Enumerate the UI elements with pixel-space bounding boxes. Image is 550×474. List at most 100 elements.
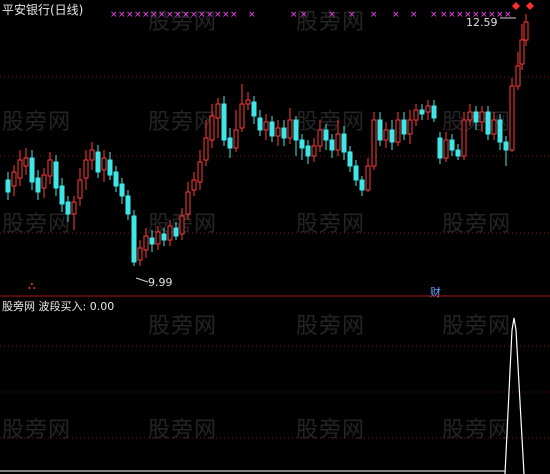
signal-marker: × <box>430 10 438 20</box>
signal-marker: × <box>222 10 230 20</box>
candle-body <box>437 137 443 159</box>
signal-marker: × <box>158 10 166 20</box>
candle-body <box>95 151 101 173</box>
candle-body <box>395 119 401 143</box>
candle-body <box>431 105 437 119</box>
candle-body <box>77 179 83 199</box>
candle-body <box>359 179 365 191</box>
candle-body <box>281 127 287 139</box>
signal-marker: × <box>392 10 400 20</box>
candle-body <box>425 105 431 113</box>
candle-body <box>419 109 425 115</box>
signal-marker: × <box>230 10 238 20</box>
candle-body <box>215 103 221 119</box>
candle-body <box>485 111 491 135</box>
candle-body <box>41 174 47 189</box>
candle-body <box>35 177 41 193</box>
candle-body <box>347 151 353 167</box>
candle-body <box>185 191 191 215</box>
signal-marker: × <box>118 10 126 20</box>
candle-body <box>209 115 215 141</box>
signal-marker: × <box>142 10 150 20</box>
candle-body <box>269 121 275 137</box>
candle-body <box>17 159 23 179</box>
indicator-line <box>504 317 525 474</box>
candle-body <box>491 119 497 135</box>
candle-body <box>47 159 53 177</box>
signal-marker: × <box>248 10 256 20</box>
candle-body <box>137 247 143 261</box>
signal-marker: × <box>348 10 356 20</box>
candle-body <box>125 195 131 215</box>
signal-marker: × <box>190 10 198 20</box>
candle-body <box>89 149 95 161</box>
candle-body <box>239 103 245 129</box>
signal-marker: × <box>456 10 464 20</box>
signal-marker: × <box>206 10 214 20</box>
candle-body <box>383 129 389 141</box>
candle-body <box>143 235 149 251</box>
candle-body <box>275 127 281 137</box>
signal-marker: × <box>370 10 378 20</box>
candle-body <box>467 111 473 121</box>
signal-marker: × <box>410 10 418 20</box>
candle-body <box>443 139 449 159</box>
candle-body <box>377 119 383 141</box>
candle-body <box>449 139 455 151</box>
candle-body <box>389 129 395 143</box>
low-arrow <box>135 277 149 283</box>
candle-body <box>335 133 341 151</box>
candle-body <box>191 179 197 191</box>
signal-marker: × <box>150 10 158 20</box>
candle-body <box>365 165 371 191</box>
signal-marker: × <box>464 10 472 20</box>
signal-marker: × <box>110 10 118 20</box>
candle-body <box>473 111 479 123</box>
signal-marker: × <box>290 10 298 20</box>
candle-body <box>509 85 515 151</box>
candle-body <box>407 119 413 135</box>
candle-body <box>227 137 233 149</box>
candle-body <box>263 121 269 131</box>
candle-body <box>179 215 185 235</box>
signal-marker: × <box>182 10 190 20</box>
candle-body <box>299 139 305 149</box>
candle-body <box>101 157 107 171</box>
candle-body <box>329 139 335 151</box>
candle-body <box>59 185 65 205</box>
candle-body <box>53 161 59 189</box>
signal-marker: × <box>198 10 206 20</box>
candle-body <box>323 129 329 141</box>
candle-body <box>221 103 227 141</box>
candle-body <box>5 179 11 193</box>
candle-body <box>479 111 485 123</box>
candle-body <box>341 133 347 153</box>
candle-body <box>311 145 317 157</box>
signal-marker: × <box>214 10 222 20</box>
candle-body <box>353 165 359 181</box>
candle-body <box>245 99 251 105</box>
candle-body <box>305 145 311 157</box>
candle-body <box>197 161 203 183</box>
candle-body <box>119 183 125 197</box>
candle-body <box>29 157 35 183</box>
candle-body <box>203 137 209 161</box>
signal-marker: × <box>126 10 134 20</box>
candle-body <box>251 101 257 117</box>
candle-body <box>107 159 113 176</box>
signal-marker: × <box>134 10 142 20</box>
kline-chart[interactable]: × × × × × × × × × × × × × × × × × × × × × × × × × × × × × × × × × × <box>0 0 550 474</box>
candle-body <box>413 109 419 121</box>
candle-body <box>161 233 167 241</box>
candle-body <box>131 215 137 263</box>
diamond-marker <box>512 2 520 10</box>
candle-body <box>83 159 89 179</box>
candle-body <box>233 129 239 149</box>
candle-body <box>523 21 529 41</box>
signal-marker: × <box>448 10 456 20</box>
candle-body <box>113 171 119 187</box>
candle-body <box>497 119 503 143</box>
candle-body <box>65 201 71 215</box>
candle-body <box>401 119 407 135</box>
candle-body <box>455 149 461 157</box>
